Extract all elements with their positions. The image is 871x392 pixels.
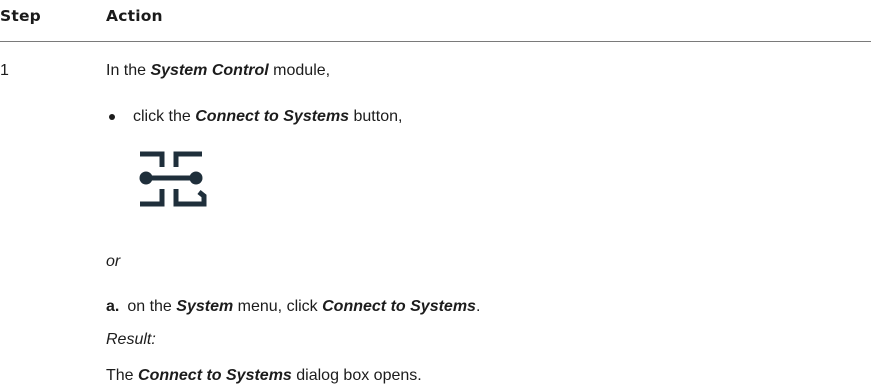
bullet-pre: click the	[133, 108, 196, 125]
alt-pre: on the	[127, 298, 177, 315]
bullet-post: button,	[349, 108, 403, 125]
header-action: Action	[106, 7, 163, 25]
step-intro: In the System Control module,	[106, 61, 330, 81]
alternative-step: a. on the System menu, click Connect to S…	[106, 297, 480, 317]
result-pre: The	[106, 367, 139, 384]
step-intro-pre: In the	[106, 62, 151, 79]
bullet-dot	[109, 114, 115, 120]
alternative-label: a.	[106, 298, 120, 315]
alt-post: .	[475, 298, 481, 315]
alt-mid: menu, click	[233, 298, 323, 315]
result-label: Result:	[106, 331, 156, 348]
header-step: Step	[0, 7, 41, 25]
result-post: dialog box opens.	[291, 367, 422, 384]
or-separator: or	[106, 253, 121, 270]
connect-to-systems-menu-term: Connect to Systems	[322, 298, 476, 315]
result-text: The Connect to Systems dialog box opens.	[106, 366, 422, 386]
bullet-item: click the Connect to Systems button,	[133, 107, 402, 127]
step-number: 1	[0, 62, 9, 79]
connect-to-systems-icon-graphic	[139, 151, 207, 207]
connect-to-systems-icon	[138, 149, 210, 217]
system-control-term: System Control	[150, 62, 269, 79]
connect-to-systems-dialog-term: Connect to Systems	[138, 367, 292, 384]
header-divider	[0, 41, 871, 42]
step-intro-post: module,	[268, 62, 331, 79]
connect-to-systems-term: Connect to Systems	[195, 108, 350, 125]
system-menu-term: System	[176, 298, 234, 315]
